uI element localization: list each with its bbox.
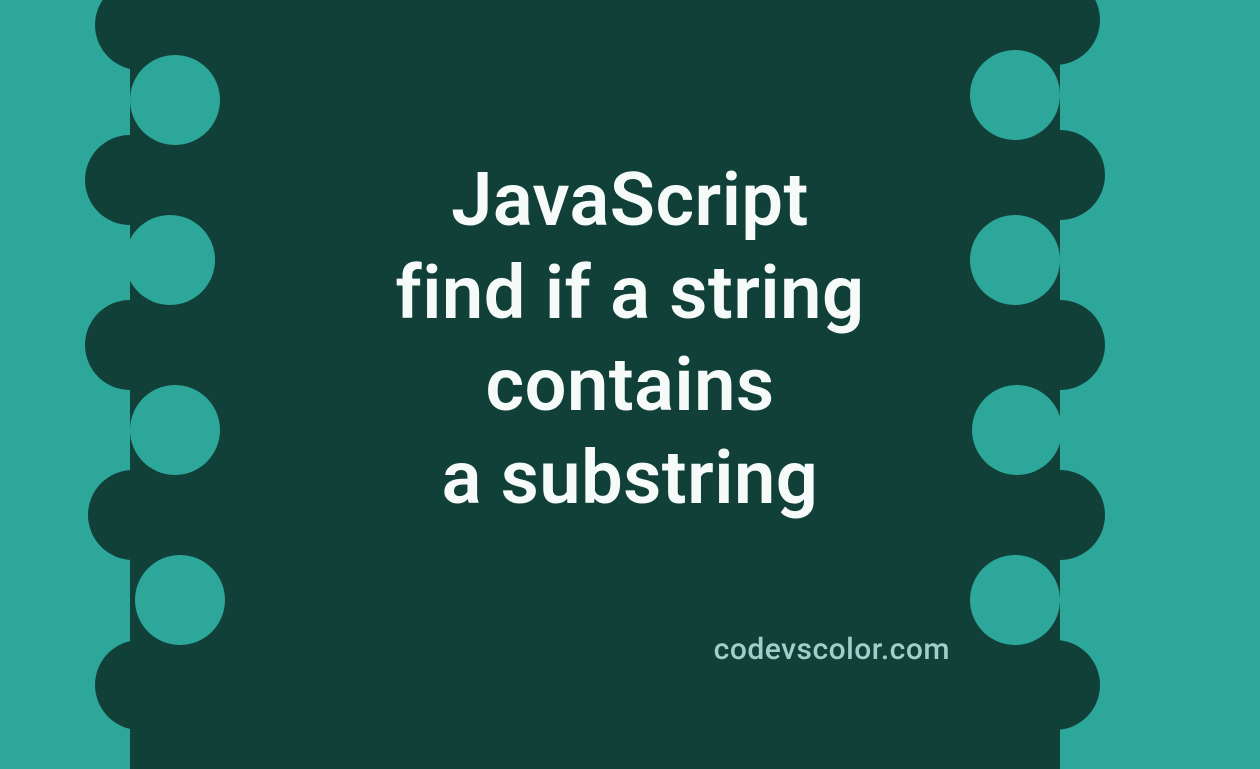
blob-bump (85, 135, 175, 225)
blob-bump (88, 470, 178, 560)
blob-bump (1010, 640, 1100, 730)
headline-line-1: JavaScript (180, 155, 1080, 248)
blob-bump (85, 300, 175, 390)
blob-bump (95, 640, 185, 730)
blob-cut (970, 50, 1060, 140)
headline-line-2: find if a string (180, 248, 1080, 341)
headline-line-4: a substring (180, 433, 1080, 526)
blob-cut (130, 55, 220, 145)
headline: JavaScript find if a string contains a s… (180, 155, 1080, 525)
blob-cut (135, 555, 225, 645)
headline-line-3: contains (180, 340, 1080, 433)
blob-cut (970, 555, 1060, 645)
footer-site: codevscolor.com (714, 632, 950, 667)
